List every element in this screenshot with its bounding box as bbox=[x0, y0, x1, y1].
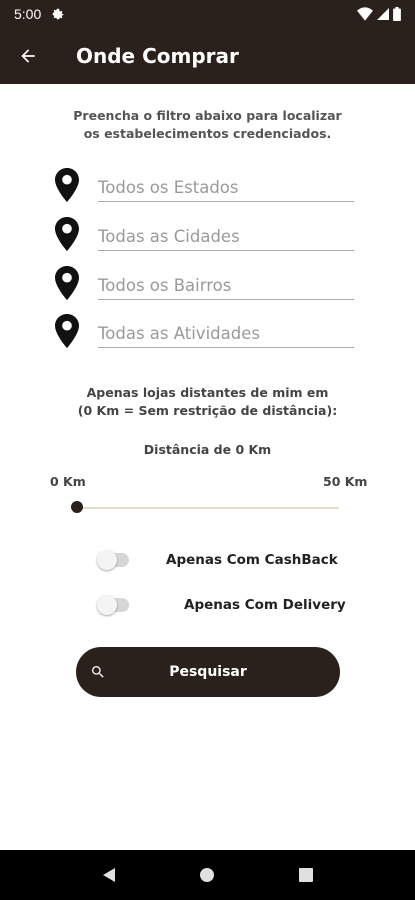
search-button[interactable]: Pesquisar bbox=[76, 647, 340, 697]
nav-recents-button[interactable] bbox=[296, 865, 316, 885]
battery-icon bbox=[393, 7, 401, 21]
cashback-toggle-label: Apenas Com CashBack bbox=[166, 552, 338, 568]
location-pin-icon bbox=[55, 314, 79, 348]
nav-back-button[interactable] bbox=[99, 865, 119, 885]
toggle-knob bbox=[97, 550, 117, 570]
delivery-toggle-label: Apenas Com Delivery bbox=[184, 597, 346, 613]
distance-slider-track[interactable] bbox=[77, 507, 339, 509]
location-pin-icon bbox=[55, 168, 79, 202]
intro-text: Preencha o filtro abaixo para localizar … bbox=[0, 107, 415, 143]
distance-slider-thumb[interactable] bbox=[71, 501, 83, 513]
filter-bairro: Todos os Bairros bbox=[55, 262, 355, 300]
atividade-select[interactable]: Todas as Atividades bbox=[98, 318, 354, 348]
search-icon bbox=[92, 666, 104, 678]
gear-icon bbox=[53, 8, 64, 20]
wifi-icon bbox=[357, 7, 373, 21]
distance-max-label: 50 Km bbox=[323, 474, 368, 489]
system-nav-bar bbox=[0, 850, 415, 900]
filter-cidade: Todas as Cidades bbox=[55, 213, 355, 251]
filter-atividade: Todas as Atividades bbox=[55, 310, 355, 348]
triangle-back-icon bbox=[103, 868, 116, 882]
status-bar: 5:00 bbox=[0, 0, 415, 28]
app-bar: Onde Comprar bbox=[0, 28, 415, 84]
nav-home-button[interactable] bbox=[197, 865, 217, 885]
signal-icon bbox=[377, 8, 389, 20]
search-button-label: Pesquisar bbox=[169, 664, 247, 680]
distance-description: Apenas lojas distantes de mim em (0 Km =… bbox=[0, 384, 415, 420]
distance-line-2: (0 Km = Sem restrição de distância): bbox=[77, 403, 338, 418]
circle-home-icon bbox=[200, 868, 215, 882]
delivery-toggle[interactable] bbox=[97, 595, 129, 615]
distance-line-1: Apenas lojas distantes de mim em bbox=[86, 385, 329, 400]
cashback-toggle[interactable] bbox=[97, 550, 129, 570]
location-pin-icon bbox=[55, 217, 79, 251]
toggle-knob bbox=[97, 595, 117, 615]
page-title: Onde Comprar bbox=[76, 44, 239, 68]
estado-select[interactable]: Todos os Estados bbox=[98, 172, 354, 202]
intro-line-1: Preencha o filtro abaixo para localizar bbox=[73, 108, 342, 123]
bairro-select[interactable]: Todos os Bairros bbox=[98, 270, 354, 300]
cidade-select[interactable]: Todas as Cidades bbox=[98, 221, 354, 251]
arrow-left-icon bbox=[21, 49, 35, 63]
square-recents-icon bbox=[298, 868, 313, 882]
status-time: 5:00 bbox=[14, 6, 42, 22]
location-pin-icon bbox=[55, 266, 79, 300]
distance-min-label: 0 Km bbox=[50, 474, 86, 489]
intro-line-2: os estabelecimentos credenciados. bbox=[83, 126, 332, 141]
distance-value-label: Distância de 0 Km bbox=[143, 442, 272, 457]
back-button[interactable] bbox=[0, 28, 56, 84]
filter-estado: Todos os Estados bbox=[55, 164, 355, 202]
